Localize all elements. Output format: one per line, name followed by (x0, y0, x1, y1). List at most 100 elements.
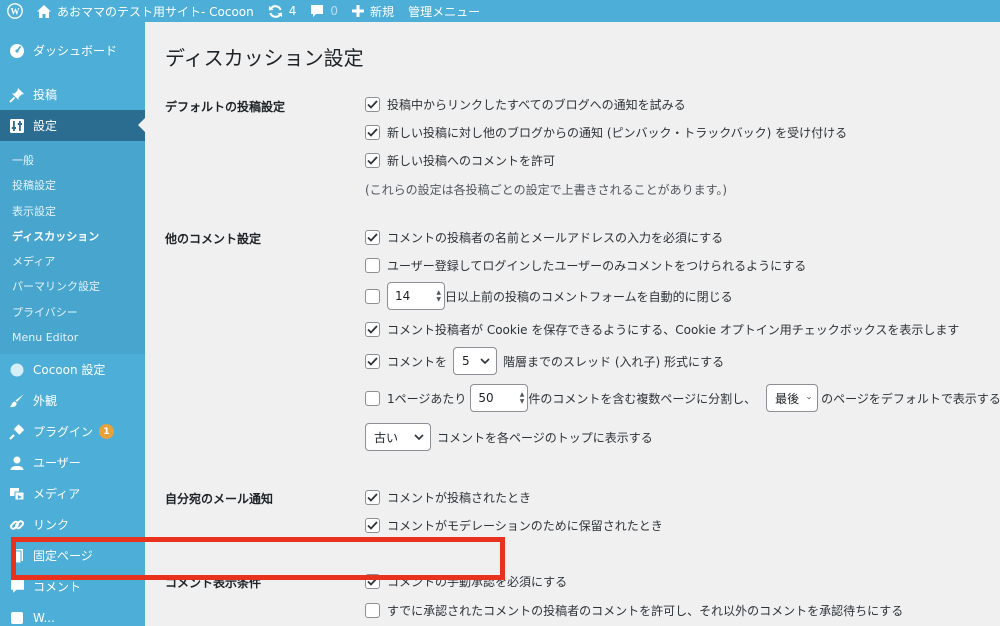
close-comments-days-input[interactable]: 14 ▲ ▼ (387, 282, 445, 310)
menu-cocoon-label: Cocoon 設定 (33, 363, 106, 378)
email-on-moderation-label: コメントがモデレーションのために保留されたとき (387, 519, 663, 533)
cookie-optin-label: コメント投稿者が Cookie を保存できるようにする、Cookie オプトイン… (387, 323, 960, 337)
menu-links[interactable]: リンク (0, 509, 145, 540)
page-comments-mid: 件のコメントを含む複数ページに分割し、 (528, 391, 757, 406)
default-comments-page-select[interactable]: 最後 (766, 384, 819, 412)
menu-appearance[interactable]: 外観 (0, 385, 145, 416)
menu-settings[interactable]: 設定 (0, 110, 145, 141)
row-allow-pings: 新しい投稿に対し他のブログからの通知 (ピンバック・トラックバック) を受け付け… (365, 124, 847, 141)
site-name: あおママのテスト用サイト- Cocoon (57, 4, 254, 19)
red-highlight-box (11, 537, 505, 580)
menu-comments-label: コメント (33, 580, 82, 595)
submenu-writing[interactable]: 投稿設定 (0, 173, 145, 198)
email-on-comment-checkbox[interactable] (365, 490, 380, 505)
svg-text:W: W (11, 7, 20, 17)
comment-order-select[interactable]: 古い (365, 423, 431, 451)
comments-link[interactable]: 0 (303, 0, 345, 22)
attempt-notify-checkbox[interactable] (365, 97, 380, 112)
row-close-comments: 14 ▲ ▼ 日以上前の投稿のコメントフォームを自動的に閉じる (365, 282, 733, 310)
menu-dashboard[interactable]: ダッシュボード (0, 34, 145, 66)
allow-pings-checkbox[interactable] (365, 125, 380, 140)
new-label: 新規 (370, 4, 395, 19)
cocoon-circle-icon (9, 362, 25, 378)
page-comments-suffix: のページをデフォルトで表示する (821, 391, 1000, 406)
menu-cocoon-settings[interactable]: Cocoon 設定 (0, 354, 145, 385)
row-comment-order: 古い コメントを各ページのトップに表示する (365, 423, 653, 451)
submenu-privacy[interactable]: プライバシー (0, 300, 145, 325)
submenu-discussion[interactable]: ディスカッション (0, 224, 145, 249)
settings-submenu: 一般 投稿設定 表示設定 ディスカッション メディア パーマリンク設定 プライバ… (0, 141, 145, 355)
checkmark-icon (367, 493, 378, 502)
plugin-update-badge: 1 (99, 424, 115, 440)
row-thread-comments: コメントを 5 階層までのスレッド (入れ子) 形式にする (365, 347, 724, 375)
page-comments-checkbox[interactable] (365, 390, 380, 406)
close-comments-checkbox[interactable] (365, 288, 380, 304)
comments-per-page-input[interactable]: 50 ▲ ▼ (470, 384, 529, 412)
admin-menu-link[interactable]: 管理メニュー (401, 0, 487, 22)
submenu-media[interactable]: メディア (0, 249, 145, 274)
submenu-menu-editor[interactable]: Menu Editor (0, 325, 145, 350)
submenu-permalinks[interactable]: パーマリンク設定 (0, 274, 145, 299)
allow-comments-checkbox[interactable] (365, 153, 380, 168)
checkmark-icon (367, 156, 378, 165)
updates-count: 4 (288, 4, 297, 18)
registered-only-checkbox[interactable] (365, 258, 380, 273)
submenu-general[interactable]: 一般 (0, 148, 145, 173)
menu-media-label: メディア (33, 487, 81, 502)
previously-approved-checkbox[interactable] (365, 603, 380, 618)
allow-comments-label: 新しい投稿へのコメントを許可 (387, 154, 556, 168)
comment-order-label: コメントを各ページのトップに表示する (437, 430, 653, 445)
wordpress-icon: W (7, 3, 23, 19)
number-spinner-icon[interactable]: ▲ ▼ (436, 289, 441, 303)
comment-bubble-icon (9, 579, 25, 595)
page-comments-prefix: 1ページあたり (387, 391, 467, 406)
checkmark-icon (367, 128, 378, 137)
number-spinner-icon[interactable]: ▲ ▼ (520, 391, 525, 405)
row-attempt-notify: 投稿中からリンクしたすべてのブログへの通知を試みる (365, 96, 686, 113)
plus-icon (352, 5, 365, 17)
checkmark-icon (367, 356, 378, 366)
row-email-on-comment: コメントが投稿されたとき (365, 489, 531, 506)
media-icon (9, 486, 25, 502)
menu-media[interactable]: メディア (0, 478, 145, 509)
wordpress-logo-button[interactable]: W (0, 0, 30, 22)
checkmark-icon (367, 233, 378, 242)
submenu-reading[interactable]: 表示設定 (0, 199, 145, 224)
settings-sliders-icon (9, 118, 25, 134)
new-content-link[interactable]: 新規 (345, 0, 401, 22)
close-comments-days-label: 日以上前の投稿のコメントフォームを自動的に閉じる (445, 289, 733, 304)
row-registered-only: ユーザー登録してログインしたユーザーのみコメントをつけられるようにする (365, 257, 806, 274)
require-name-email-label: コメントの投稿者の名前とメールアドレスの入力を必須にする (387, 231, 724, 245)
main-content: ディスカッション設定 デフォルトの投稿設定 投稿中からリンクしたすべてのブログへ… (145, 22, 1000, 626)
checkmark-icon (367, 100, 378, 109)
link-chain-icon (9, 517, 25, 533)
menu-settings-label: 設定 (33, 119, 58, 133)
chevron-down-icon (414, 434, 424, 440)
row-previously-approved: すでに承認されたコメントの投稿者のコメントを許可し、それ以外のコメントを承認待ち… (365, 602, 903, 619)
thread-comments-checkbox[interactable] (365, 353, 380, 369)
comments-count: 0 (330, 4, 339, 18)
admin-menu-label: 管理メニュー (408, 4, 481, 19)
updates-link[interactable]: 4 (261, 0, 304, 22)
site-name-link[interactable]: あおママのテスト用サイト- Cocoon (30, 0, 261, 22)
menu-appearance-label: 外観 (33, 394, 58, 409)
chevron-down-icon (480, 358, 490, 364)
default-comments-page-value: 最後 (775, 391, 800, 406)
checkmark-icon (367, 521, 378, 530)
menu-posts[interactable]: 投稿 (0, 79, 145, 110)
chevron-down-icon (807, 396, 811, 400)
require-name-email-checkbox[interactable] (365, 230, 380, 245)
thread-depth-select[interactable]: 5 (453, 347, 498, 375)
row-page-comments: 1ページあたり 50 ▲ ▼ 件のコメントを含む複数ページに分割し、 最後 のペー… (365, 384, 1000, 412)
attempt-notify-label: 投稿中からリンクしたすべてのブログへの通知を試みる (387, 98, 686, 112)
other-comment-settings-label: 他のコメント設定 (165, 232, 262, 246)
registered-only-label: ユーザー登録してログインしたユーザーのみコメントをつけられるようにする (387, 259, 807, 273)
cookie-optin-checkbox[interactable] (365, 322, 380, 337)
menu-partial-item[interactable]: W... (0, 602, 145, 626)
email-on-moderation-checkbox[interactable] (365, 518, 380, 533)
menu-users[interactable]: ユーザー (0, 447, 145, 478)
user-icon (9, 455, 25, 471)
default-post-settings-label: デフォルトの投稿設定 (165, 100, 286, 114)
menu-plugins[interactable]: プラグイン 1 (0, 416, 145, 447)
row-allow-comments: 新しい投稿へのコメントを許可 (365, 152, 555, 169)
